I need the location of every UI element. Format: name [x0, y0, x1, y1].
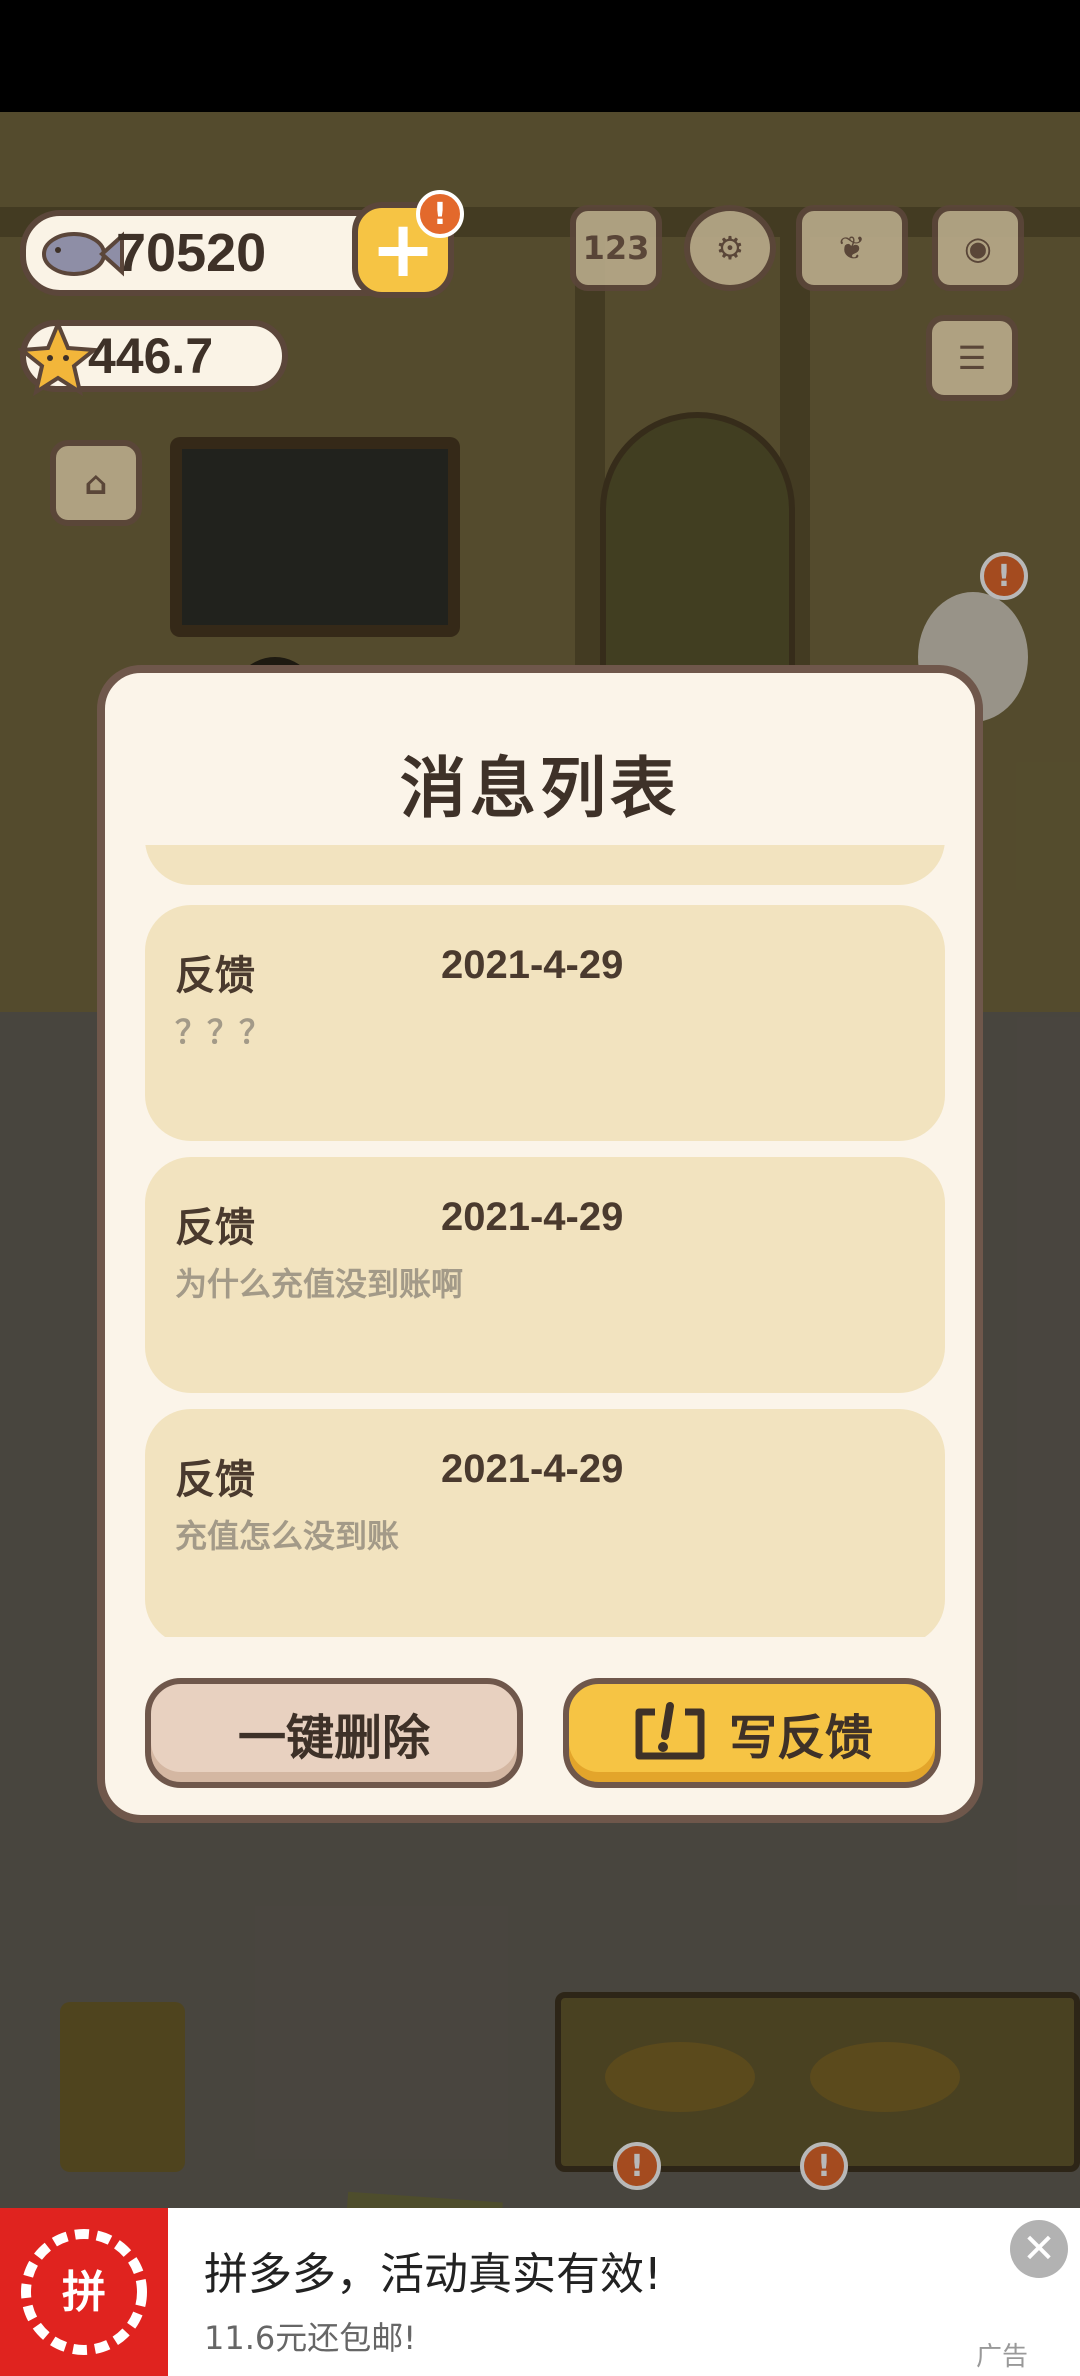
fish-icon: [42, 231, 124, 277]
close-icon[interactable]: ✕: [1010, 2220, 1068, 2278]
edit-feedback-icon: [635, 1702, 705, 1760]
ad-subtitle[interactable]: 11.6元还包邮!: [204, 2313, 416, 2359]
dialog-title: 消息列表: [400, 750, 680, 827]
settings-gear-icon[interactable]: ⚙: [684, 205, 776, 291]
ad-banner[interactable]: 拼 拼多多，活动真实有效! 11.6元还包邮! ✕ 广告: [0, 2208, 1080, 2376]
star-currency: 446.7: [18, 318, 288, 397]
svg-text:拼: 拼: [62, 2267, 106, 2318]
star-count: 446.7: [88, 328, 214, 384]
delete-all-label: 一键删除: [237, 1710, 430, 1766]
write-feedback-button[interactable]: 写反馈: [563, 1678, 941, 1788]
message-date: 2021-4-29: [441, 1447, 624, 1491]
message-body: 为什么充值没到账啊: [175, 1265, 464, 1303]
camera-icon[interactable]: ◉: [932, 205, 1024, 291]
message-type: 反馈: [175, 953, 255, 999]
message-body: ？？？: [175, 1013, 272, 1051]
delete-all-button[interactable]: 一键删除: [145, 1678, 523, 1788]
news-icon[interactable]: ☰: [926, 315, 1018, 401]
paw-book-icon[interactable]: ❦: [796, 205, 908, 291]
ranking-icon[interactable]: 123: [570, 205, 662, 291]
message-list-dialog: 消息列表 反馈 2021-4-29 ？？？ 反馈 2021-4-29 为什么充值…: [97, 665, 983, 1823]
write-feedback-label: 写反馈: [728, 1710, 873, 1766]
message-date: 2021-4-29: [441, 1195, 624, 1239]
status-bar: [0, 0, 1080, 112]
message-body: 充值怎么没到账: [175, 1517, 400, 1555]
ad-tag: 广告: [976, 2342, 1029, 2372]
fish-count: 70520: [116, 223, 267, 283]
list-item[interactable]: 反馈 2021-4-29 为什么充值没到账啊: [145, 1157, 945, 1393]
message-list[interactable]: 反馈 2021-4-29 ？？？ 反馈 2021-4-29 为什么充值没到账啊 …: [145, 845, 945, 1637]
list-item[interactable]: 反馈 2021-4-29 充值怎么没到账: [145, 1409, 945, 1637]
message-type: 反馈: [175, 1457, 255, 1503]
list-item-partial[interactable]: [145, 845, 945, 885]
plus-alert-badge: !: [416, 190, 464, 238]
message-type: 反馈: [175, 1205, 255, 1251]
star-icon: [18, 318, 98, 397]
list-item[interactable]: 反馈 2021-4-29 ？？？: [145, 905, 945, 1141]
message-date: 2021-4-29: [441, 943, 624, 987]
pinduoduo-logo[interactable]: 拼: [0, 2208, 168, 2376]
ad-title[interactable]: 拼多多，活动真实有效!: [204, 2238, 662, 2302]
shop-icon[interactable]: ⌂: [50, 440, 142, 526]
pinduoduo-logo-mark: 拼: [21, 2229, 147, 2355]
